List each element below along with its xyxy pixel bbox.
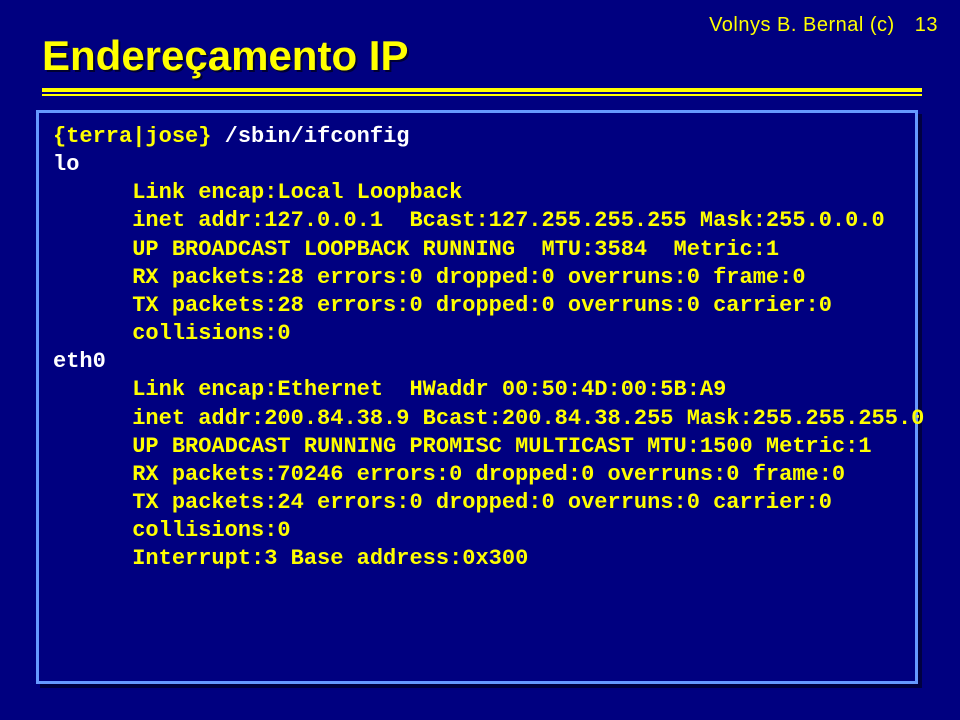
header-meta: Volnys B. Bernal (c) 13 [709, 14, 938, 37]
eth0-line-2: inet addr:200.84.38.9 Bcast:200.84.38.25… [53, 406, 924, 431]
prompt-host: {terra|jose} [53, 124, 211, 149]
eth0-line-1: Link encap:Ethernet HWaddr 00:50:4D:00:5… [53, 377, 726, 402]
eth0-line-6: collisions:0 [53, 518, 291, 543]
lo-line-3: UP BROADCAST LOOPBACK RUNNING MTU:3584 M… [53, 237, 779, 262]
eth0-line-4: RX packets:70246 errors:0 dropped:0 over… [53, 462, 845, 487]
eth0-line-5: TX packets:24 errors:0 dropped:0 overrun… [53, 490, 832, 515]
iface-eth0-name: eth0 [53, 349, 106, 374]
lo-line-5: TX packets:28 errors:0 dropped:0 overrun… [53, 293, 832, 318]
lo-line-6: collisions:0 [53, 321, 291, 346]
copyright-text: Volnys B. Bernal (c) [709, 14, 895, 36]
lo-line-1: Link encap:Local Loopback [53, 180, 462, 205]
terminal-content: {terra|jose} /sbin/ifconfig lo Link enca… [39, 113, 915, 584]
iface-lo-name: lo [53, 152, 79, 177]
slide: Volnys B. Bernal (c) 13 Endereçamento IP… [0, 0, 960, 720]
eth0-line-7: Interrupt:3 Base address:0x300 [53, 546, 528, 571]
command-text: /sbin/ifconfig [211, 124, 409, 149]
slide-title: Endereçamento IP [42, 32, 408, 80]
terminal-box: {terra|jose} /sbin/ifconfig lo Link enca… [36, 110, 918, 684]
lo-line-2: inet addr:127.0.0.1 Bcast:127.255.255.25… [53, 208, 885, 233]
page-number: 13 [915, 14, 938, 36]
lo-line-4: RX packets:28 errors:0 dropped:0 overrun… [53, 265, 806, 290]
eth0-line-3: UP BROADCAST RUNNING PROMISC MULTICAST M… [53, 434, 872, 459]
title-underline [42, 88, 922, 94]
